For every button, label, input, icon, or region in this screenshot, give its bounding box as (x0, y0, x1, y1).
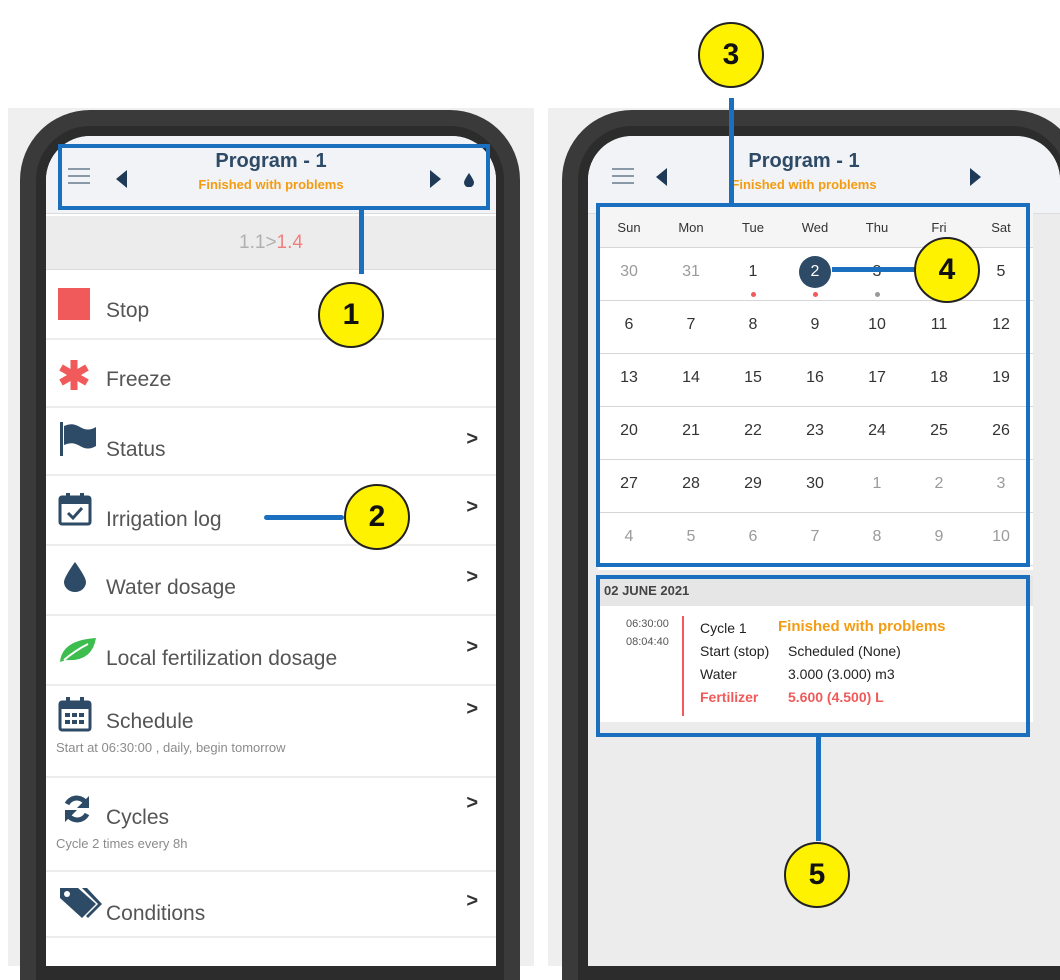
breadcrumb-prefix: 1.1> (239, 232, 277, 253)
connector-4 (832, 267, 922, 272)
connector-5 (816, 735, 821, 841)
flag-icon (60, 422, 96, 456)
menu-item-description: Cycle 2 times every 8h (56, 836, 188, 851)
menu-item-label: Water dosage (106, 576, 236, 599)
annotation-box-5 (596, 575, 1030, 737)
menu-item-label: Conditions (106, 902, 206, 925)
menu-item-label: Irrigation log (106, 508, 222, 531)
chevron-right-icon: > (466, 792, 478, 814)
left-screen: Program - 1 Finished with problems 1.1>1… (46, 136, 496, 966)
chevron-right-icon: > (466, 428, 478, 450)
menu-item-label: Status (106, 438, 166, 461)
calendar-check-icon (58, 493, 92, 526)
chevron-right-icon: > (466, 566, 478, 588)
stop-icon (58, 288, 90, 320)
callout-1: 1 (318, 282, 384, 348)
menu-item-schedule[interactable]: Schedule Start at 06:30:00 , daily, begi… (46, 688, 496, 778)
menu-item-label: Cycles (106, 806, 170, 829)
menu-item-description: Start at 06:30:00 , daily, begin tomorro… (56, 740, 286, 755)
breadcrumb-current: 1.4 (276, 232, 303, 253)
chevron-right-icon: > (466, 890, 478, 912)
chevron-right-icon: > (466, 636, 478, 658)
menu-item-water-dosage[interactable]: Water dosage > (46, 548, 496, 616)
chevron-right-icon: > (466, 496, 478, 518)
leaf-icon (60, 638, 96, 662)
menu-item-freeze[interactable]: Freeze (46, 342, 496, 408)
callout-5: 5 (784, 842, 850, 908)
water-drop-icon (64, 562, 86, 592)
connector-1 (359, 208, 364, 274)
refresh-cycle-icon (64, 795, 90, 823)
menu-item-label: Stop (106, 299, 150, 322)
menu-item-label: Freeze (106, 368, 172, 391)
annotation-box-1 (58, 144, 490, 210)
menu-item-cycles[interactable]: Cycles Cycle 2 times every 8h > (46, 780, 496, 872)
freeze-asterisk-icon (59, 360, 89, 390)
tags-icon (60, 888, 102, 918)
menu-item-stop[interactable]: Stop (46, 272, 496, 340)
callout-2: 2 (344, 484, 410, 550)
menu-item-label: Schedule (106, 710, 194, 733)
calendar-icon (58, 697, 92, 732)
connector-2 (264, 515, 344, 520)
chevron-right-icon: > (466, 698, 478, 720)
menu-item-local-fertilization-dosage[interactable]: Local fertilization dosage > (46, 618, 496, 686)
callout-3: 3 (698, 22, 764, 88)
menu-item-label: Local fertilization dosage (106, 647, 338, 670)
menu-item-conditions[interactable]: Conditions > (46, 874, 496, 938)
breadcrumb: 1.1>1.4 (46, 216, 496, 270)
next-program-arrow-icon[interactable] (970, 168, 981, 186)
menu-item-irrigation-log[interactable]: Irrigation log > (46, 478, 496, 546)
menu-item-status[interactable]: Status > (46, 410, 496, 476)
callout-4: 4 (914, 237, 980, 303)
connector-3 (729, 98, 734, 206)
